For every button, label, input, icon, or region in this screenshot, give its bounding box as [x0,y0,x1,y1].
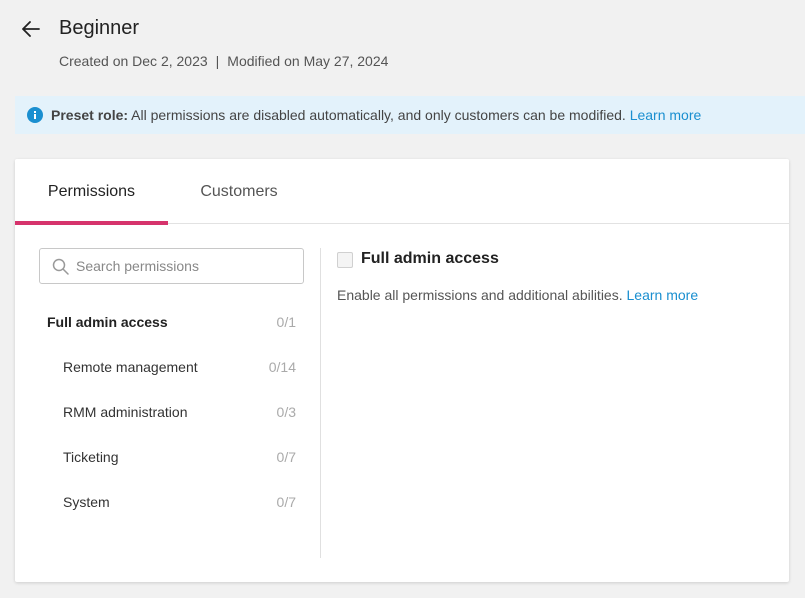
back-button[interactable] [20,18,42,40]
page-header: Beginner Created on Dec 2, 2023 | Modified… [0,0,805,90]
permission-item-full-admin-access[interactable]: Full admin access 0/1 [39,299,304,344]
permission-label: Full admin access [47,314,168,330]
permission-count: 0/1 [276,314,296,330]
meta-separator: | [215,53,220,69]
permission-label: RMM administration [63,404,188,420]
preset-role-banner: Preset role: All permissions are disable… [15,96,805,134]
panel-divider [320,248,321,558]
banner-text: Preset role: All permissions are disable… [51,107,701,123]
permission-item-rmm-administration[interactable]: RMM administration 0/3 [39,389,304,434]
permission-item-system[interactable]: System 0/7 [39,479,304,524]
page-title: Beginner [59,17,140,39]
banner-label: Preset role: [51,107,129,123]
permission-count: 0/14 [268,359,296,375]
banner-learn-more-link[interactable]: Learn more [630,107,702,123]
modified-date: Modified on May 27, 2024 [227,53,389,69]
tab-permissions[interactable]: Permissions [15,159,168,225]
banner-message: All permissions are disabled automatical… [128,107,630,123]
permission-item-remote-management[interactable]: Remote management 0/14 [39,344,304,389]
info-icon [27,107,43,123]
created-date: Created on Dec 2, 2023 [59,53,208,69]
permission-label: System [63,494,110,510]
role-card: Permissions Customers Full admin access … [15,159,789,582]
detail-title: Full admin access [361,250,499,267]
permission-label: Ticketing [63,449,119,465]
permission-label: Remote management [63,359,198,375]
permission-count: 0/7 [276,449,296,465]
tab-bar: Permissions Customers [15,159,789,225]
full-admin-access-checkbox[interactable] [337,252,353,268]
detail-description-text: Enable all permissions and additional ab… [337,287,627,303]
permission-count: 0/3 [276,404,296,420]
tab-customers[interactable]: Customers [185,159,293,224]
detail-learn-more-link[interactable]: Learn more [627,287,699,303]
permission-item-ticketing[interactable]: Ticketing 0/7 [39,434,304,479]
permission-count: 0/7 [276,494,296,510]
page-meta: Created on Dec 2, 2023 | Modified on May 2… [59,53,388,69]
search-input-container[interactable] [39,248,304,284]
permission-list: Full admin access 0/1 Remote management … [39,299,304,524]
detail-description: Enable all permissions and additional ab… [337,287,698,303]
search-input[interactable] [76,249,296,283]
arrow-left-icon [22,21,40,37]
search-icon [52,258,69,275]
